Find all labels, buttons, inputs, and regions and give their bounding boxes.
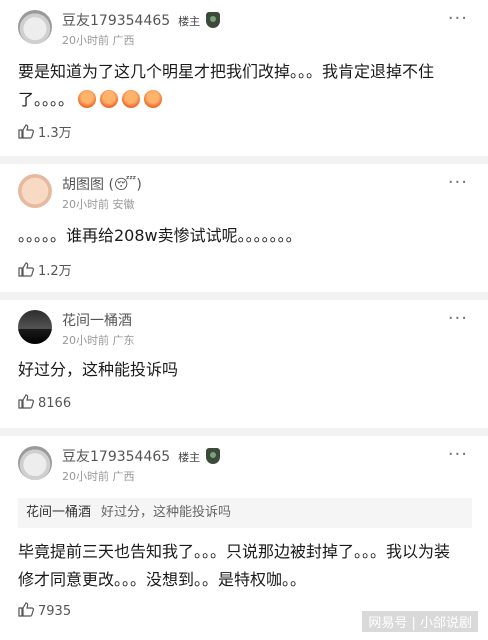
username[interactable]: 胡图图 (😴)	[62, 174, 142, 194]
like-button[interactable]: 8166	[18, 394, 71, 411]
comment-text: 好过分，这种能投诉吗	[18, 360, 179, 379]
avatar[interactable]	[18, 10, 52, 44]
quote-text: 好过分，这种能投诉吗	[101, 505, 232, 520]
sleepy-emoji-icon: (😴)	[108, 177, 142, 193]
avatar[interactable]	[18, 310, 52, 344]
like-button[interactable]: 7935	[18, 602, 71, 619]
avatar[interactable]	[18, 446, 52, 480]
more-options-icon[interactable]: ···	[448, 444, 468, 465]
comment-text: 要是知道为了这几个明星才把我们改掉。。。我肯定退掉不住了。。。。	[18, 62, 435, 109]
shield-badge-icon	[206, 12, 221, 28]
username[interactable]: 豆友179354465 楼主	[62, 10, 221, 30]
username[interactable]: 花间一桶酒	[62, 310, 132, 330]
divider	[0, 156, 488, 164]
comment-text: 。。。。。谁再给208w卖惨试试呢。。。。。。。	[18, 226, 302, 245]
quoted-reply[interactable]: 花间一桶酒 好过分，这种能投诉吗	[18, 498, 472, 528]
more-options-icon[interactable]: ···	[448, 308, 468, 329]
comment-meta: 20小时前 广西	[62, 34, 135, 47]
more-options-icon[interactable]: ···	[448, 172, 468, 193]
thumbs-up-icon	[18, 262, 34, 277]
divider	[0, 292, 488, 300]
quote-username: 花间一桶酒	[26, 505, 92, 520]
angry-emoji-icon	[144, 90, 163, 108]
angry-emoji-icon	[78, 90, 97, 108]
comment-meta: 20小时前 广东	[62, 334, 135, 347]
comment-text: 毕竟提前三天也告知我了。。。只说那边被封掉了。。。我以为装修才同意更改。。。没想…	[18, 542, 451, 589]
thumbs-up-icon	[18, 602, 34, 617]
username[interactable]: 豆友179354465 楼主	[62, 446, 221, 466]
like-button[interactable]: 1.2万	[18, 260, 72, 279]
thumbs-up-icon	[18, 394, 34, 409]
shield-badge-icon	[206, 448, 221, 464]
divider	[0, 428, 488, 436]
comment-meta: 20小时前 安徽	[62, 198, 135, 211]
more-options-icon[interactable]: ···	[448, 8, 468, 29]
watermark: 网易号 | 小郃说剧	[362, 611, 478, 632]
thumbs-up-icon	[18, 124, 34, 139]
comment-meta: 20小时前 广西	[62, 470, 135, 483]
op-badge: 楼主	[178, 15, 201, 28]
angry-emoji-icon	[122, 90, 141, 108]
op-badge: 楼主	[178, 451, 201, 464]
like-button[interactable]: 1.3万	[18, 122, 72, 141]
angry-emoji-icon	[100, 90, 119, 108]
avatar[interactable]	[18, 174, 52, 208]
